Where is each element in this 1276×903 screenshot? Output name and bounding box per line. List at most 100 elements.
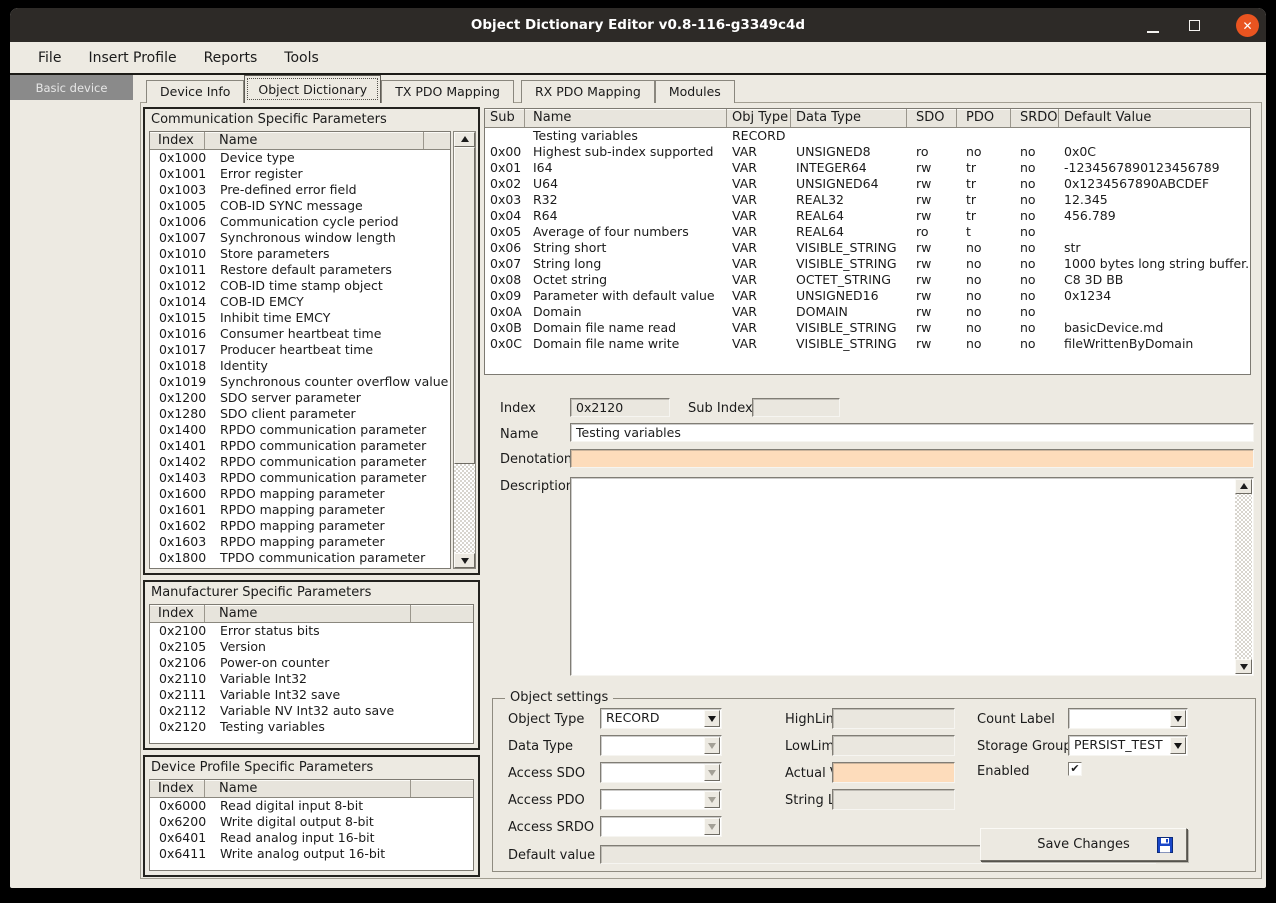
list-item[interactable]: 0x1003 Pre-defined error field	[150, 182, 450, 198]
column-header-obj-type[interactable]: Obj Type	[727, 109, 791, 127]
access-srdo-select[interactable]	[600, 816, 722, 837]
column-header-default-value[interactable]: Default Value	[1059, 109, 1250, 127]
tab-object-dictionary[interactable]: Object Dictionary	[244, 75, 381, 103]
list-item[interactable]: 0x6411 Write analog output 16-bit	[150, 846, 473, 862]
index-field[interactable]: 0x2120	[570, 398, 670, 417]
column-header-index[interactable]: Index	[150, 605, 205, 622]
scroll-up-icon[interactable]	[454, 132, 475, 147]
column-header-pdo[interactable]: PDO	[957, 109, 1011, 127]
minimize-icon[interactable]	[1147, 31, 1159, 33]
list-item[interactable]: 0x1011 Restore default parameters	[150, 262, 450, 278]
list-item[interactable]: 0x1019 Synchronous counter overflow valu…	[150, 374, 450, 390]
table-row[interactable]: 0x04 R64 VAR REAL64 rw tr no 456.789	[485, 208, 1250, 224]
count-label-select[interactable]	[1068, 708, 1188, 729]
close-icon[interactable]: ✕	[1236, 14, 1259, 37]
list-item[interactable]: 0x1015 Inhibit time EMCY	[150, 310, 450, 326]
chevron-down-icon[interactable]	[1170, 737, 1186, 754]
scroll-up-icon[interactable]	[1235, 479, 1252, 494]
list-item[interactable]: 0x2120 Testing variables	[150, 719, 473, 735]
table-row[interactable]: 0x03 R32 VAR REAL32 rw tr no 12.345	[485, 192, 1250, 208]
scrollbar-thumb[interactable]	[454, 147, 475, 464]
list-item[interactable]: 0x1010 Store parameters	[150, 246, 450, 262]
list-item[interactable]: 0x6000 Read digital input 8-bit	[150, 798, 473, 814]
list-item[interactable]: 0x1200 SDO server parameter	[150, 390, 450, 406]
maximize-icon[interactable]	[1189, 20, 1200, 31]
list-item[interactable]: 0x1016 Consumer heartbeat time	[150, 326, 450, 342]
column-header-name[interactable]: Name	[205, 780, 411, 797]
list-item[interactable]: 0x1800 TPDO communication parameter	[150, 550, 450, 566]
menu-item[interactable]: Insert Profile	[88, 50, 176, 66]
storage-group-select[interactable]: PERSIST_TEST	[1068, 735, 1188, 756]
list-item[interactable]: 0x1007 Synchronous window length	[150, 230, 450, 246]
tab-rx-pdo-mapping[interactable]: RX PDO Mapping	[521, 80, 655, 103]
list-item[interactable]: 0x2112 Variable NV Int32 auto save	[150, 703, 473, 719]
scroll-down-icon[interactable]	[1235, 659, 1252, 674]
list-item[interactable]: 0x1006 Communication cycle period	[150, 214, 450, 230]
column-header-srdo[interactable]: SRDO	[1011, 109, 1059, 127]
table-row[interactable]: 0x0B Domain file name read VAR VISIBLE_S…	[485, 320, 1250, 336]
menu-item[interactable]: Reports	[204, 50, 258, 66]
table-row[interactable]: 0x09 Parameter with default value VAR UN…	[485, 288, 1250, 304]
high-limit-field[interactable]	[832, 708, 955, 729]
tab-device-info[interactable]: Device Info	[146, 80, 244, 103]
tab-tx-pdo-mapping[interactable]: TX PDO Mapping	[381, 80, 514, 103]
column-header-index[interactable]: Index	[150, 132, 205, 149]
access-sdo-select[interactable]	[600, 762, 722, 783]
low-limit-field[interactable]	[832, 735, 955, 756]
column-header-name[interactable]: Name	[525, 109, 727, 127]
list-item[interactable]: 0x2106 Power-on counter	[150, 655, 473, 671]
description-scrollbar[interactable]	[1235, 479, 1252, 674]
list-item[interactable]: 0x1017 Producer heartbeat time	[150, 342, 450, 358]
menu-item[interactable]: Tools	[284, 50, 319, 66]
column-header-name[interactable]: Name	[205, 132, 424, 149]
table-row[interactable]: 0x02 U64 VAR UNSIGNED64 rw tr no 0x12345…	[485, 176, 1250, 192]
list-item[interactable]: 0x6401 Read analog input 16-bit	[150, 830, 473, 846]
object-type-select[interactable]: RECORD	[600, 708, 722, 729]
list-item[interactable]: 0x2110 Variable Int32	[150, 671, 473, 687]
list-item[interactable]: 0x1012 COB-ID time stamp object	[150, 278, 450, 294]
table-row[interactable]: 0x06 String short VAR VISIBLE_STRING rw …	[485, 240, 1250, 256]
chevron-down-icon[interactable]	[704, 710, 720, 727]
table-row[interactable]: Testing variables RECORD	[485, 128, 1250, 144]
actual-value-field[interactable]	[832, 762, 955, 783]
list-item[interactable]: 0x1400 RPDO communication parameter	[150, 422, 450, 438]
list-item[interactable]: 0x1280 SDO client parameter	[150, 406, 450, 422]
denotation-field[interactable]	[570, 449, 1254, 468]
column-header-sdo[interactable]: SDO	[907, 109, 957, 127]
list-item[interactable]: 0x6200 Write digital output 8-bit	[150, 814, 473, 830]
chevron-down-icon[interactable]	[1170, 710, 1186, 727]
list-item[interactable]: 0x1600 RPDO mapping parameter	[150, 486, 450, 502]
list-item[interactable]: 0x1014 COB-ID EMCY	[150, 294, 450, 310]
table-row[interactable]: 0x0C Domain file name write VAR VISIBLE_…	[485, 336, 1250, 352]
list-item[interactable]: 0x1000 Device type	[150, 150, 450, 166]
column-header-name[interactable]: Name	[205, 605, 411, 622]
scroll-down-icon[interactable]	[454, 553, 475, 568]
table-row[interactable]: 0x00 Highest sub-index supported VAR UNS…	[485, 144, 1250, 160]
column-header-data-type[interactable]: Data Type	[791, 109, 907, 127]
list-item[interactable]: 0x1018 Identity	[150, 358, 450, 374]
list-item[interactable]: 0x2111 Variable Int32 save	[150, 687, 473, 703]
menu-item[interactable]: File	[38, 50, 61, 66]
list-item[interactable]: 0x2100 Error status bits	[150, 623, 473, 639]
table-row[interactable]: 0x08 Octet string VAR OCTET_STRING rw no…	[485, 272, 1250, 288]
list-item[interactable]: 0x1001 Error register	[150, 166, 450, 182]
sub-index-field[interactable]	[752, 398, 840, 417]
list-item[interactable]: 0x1601 RPDO mapping parameter	[150, 502, 450, 518]
list-item[interactable]: 0x1602 RPDO mapping parameter	[150, 518, 450, 534]
table-row[interactable]: 0x05 Average of four numbers VAR REAL64 …	[485, 224, 1250, 240]
name-field[interactable]: Testing variables	[570, 423, 1254, 442]
table-row[interactable]: 0x0A Domain VAR DOMAIN rw no no	[485, 304, 1250, 320]
communication-params-scrollbar[interactable]	[453, 131, 476, 569]
list-item[interactable]: 0x1402 RPDO communication parameter	[150, 454, 450, 470]
enabled-checkbox[interactable]: ✔	[1068, 762, 1082, 776]
table-row[interactable]: 0x01 I64 VAR INTEGER64 rw tr no -1234567…	[485, 160, 1250, 176]
save-changes-button[interactable]: Save Changes	[980, 828, 1187, 861]
tab-modules[interactable]: Modules	[655, 80, 735, 103]
table-row[interactable]: 0x07 String long VAR VISIBLE_STRING rw n…	[485, 256, 1250, 272]
list-item[interactable]: 0x1401 RPDO communication parameter	[150, 438, 450, 454]
string-len-min-field[interactable]	[832, 789, 955, 810]
column-header-sub[interactable]: Sub	[485, 109, 525, 127]
description-field[interactable]	[570, 477, 1254, 676]
access-pdo-select[interactable]	[600, 789, 722, 810]
list-item[interactable]: 0x2105 Version	[150, 639, 473, 655]
